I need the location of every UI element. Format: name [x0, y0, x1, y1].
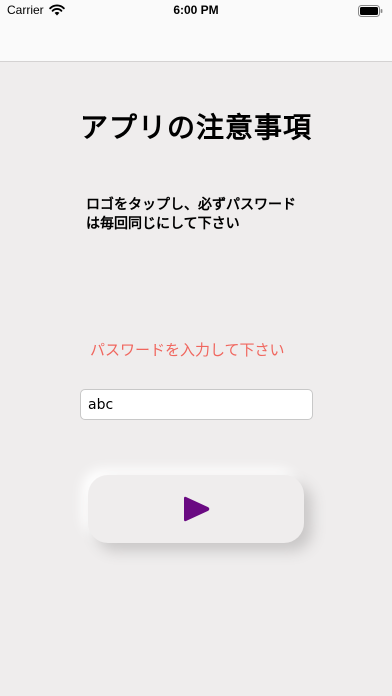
notice-line-1: ロゴをタップし、必ずパスワード [86, 197, 296, 213]
notice-text: ロゴをタップし、必ずパスワード は毎回同じにして下さい [86, 196, 326, 234]
notice-line-2: は毎回同じにして下さい [86, 216, 240, 232]
page-title: アプリの注意事項 [79, 111, 312, 144]
navigation-bar [0, 20, 392, 62]
status-bar: Carrier 6:00 PM [0, 0, 392, 20]
password-input[interactable] [80, 389, 313, 420]
play-button[interactable] [88, 475, 304, 543]
battery-icon [358, 5, 383, 17]
status-time: 6:00 PM [173, 3, 219, 17]
play-icon [184, 496, 210, 522]
password-prompt: パスワードを入力して下さい [90, 341, 285, 359]
